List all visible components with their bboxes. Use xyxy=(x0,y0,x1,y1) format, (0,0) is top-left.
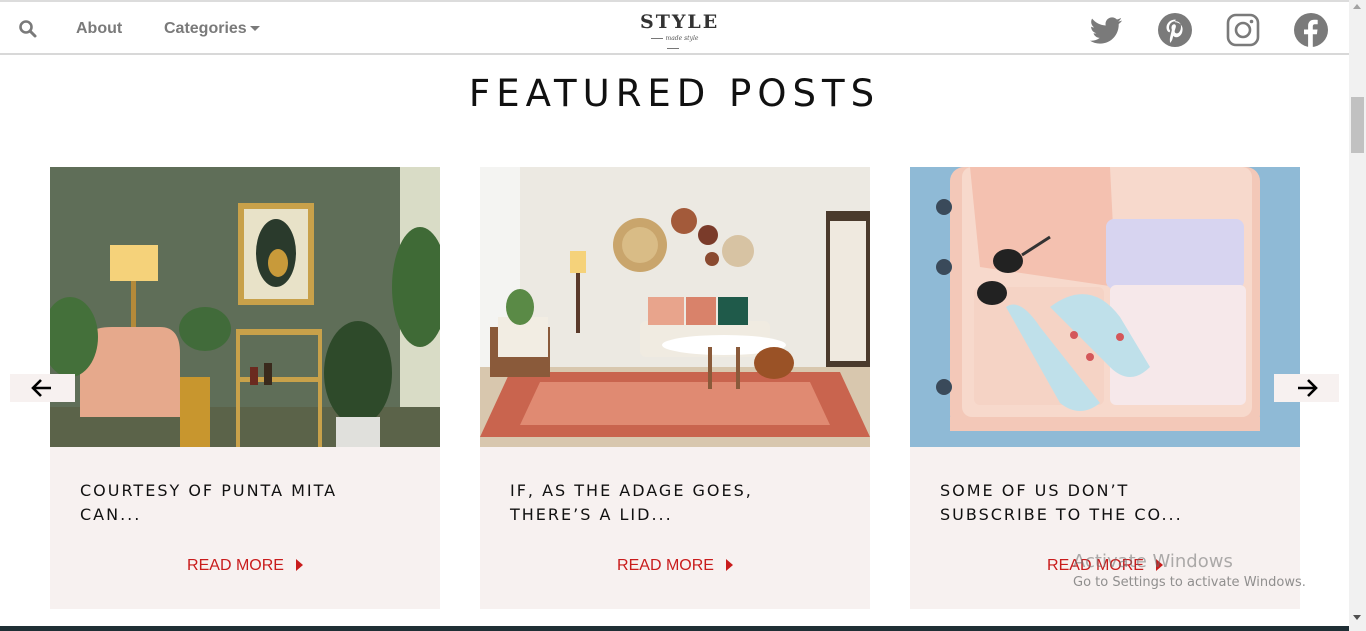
post-card: SOME OF US DON’T SUBSCRIBE TO THE CO... … xyxy=(910,167,1300,609)
logo-wordmark: STYLE xyxy=(640,11,720,33)
post-image[interactable] xyxy=(50,167,440,447)
read-more-link[interactable]: READ MORE xyxy=(50,557,440,575)
scroll-down-arrow-icon[interactable] xyxy=(1353,615,1361,620)
facebook-icon[interactable] xyxy=(1293,12,1329,48)
post-title[interactable]: IF, AS THE ADAGE GOES, THERE’S A LID... xyxy=(510,479,810,527)
watermark-title: Activate Windows xyxy=(1073,551,1233,572)
logo-tagline: made style xyxy=(640,34,706,54)
post-title[interactable]: COURTESY OF PUNTA MITA CAN... xyxy=(80,479,380,527)
caret-right-icon xyxy=(295,559,303,571)
instagram-icon[interactable] xyxy=(1225,12,1261,48)
search-icon[interactable] xyxy=(18,19,38,39)
caret-right-icon xyxy=(725,559,733,571)
read-more-label: READ MORE xyxy=(187,557,284,574)
chevron-down-icon xyxy=(249,26,260,32)
section-title: FEATURED POSTS xyxy=(468,72,881,115)
activate-windows-watermark: Activate Windows Go to Settings to activ… xyxy=(1073,551,1306,593)
vertical-scrollbar[interactable] xyxy=(1349,0,1366,631)
twitter-icon[interactable] xyxy=(1088,12,1124,48)
post-title[interactable]: SOME OF US DON’T SUBSCRIBE TO THE CO... xyxy=(940,479,1240,527)
watermark-subtitle: Go to Settings to activate Windows. xyxy=(1073,575,1306,590)
scroll-up-arrow-icon[interactable] xyxy=(1353,4,1361,9)
post-card: COURTESY OF PUNTA MITA CAN... READ MORE xyxy=(50,167,440,609)
post-image[interactable] xyxy=(480,167,870,447)
site-header: About Categories STYLE made style xyxy=(0,0,1349,55)
nav-about-link[interactable]: About xyxy=(76,20,122,38)
arrow-right-icon xyxy=(1298,379,1318,397)
post-card: IF, AS THE ADAGE GOES, THERE’S A LID... … xyxy=(480,167,870,609)
site-logo[interactable]: STYLE made style xyxy=(640,10,720,50)
post-image[interactable] xyxy=(910,167,1300,447)
carousel-prev-button[interactable] xyxy=(10,374,75,402)
scrollbar-thumb[interactable] xyxy=(1351,97,1364,153)
read-more-link[interactable]: READ MORE xyxy=(480,557,870,575)
arrow-left-icon xyxy=(31,379,51,397)
nav-categories-label: Categories xyxy=(164,20,247,37)
nav-categories-dropdown[interactable]: Categories xyxy=(164,20,260,38)
footer-edge xyxy=(0,626,1349,631)
read-more-label: READ MORE xyxy=(617,557,714,574)
pinterest-icon[interactable] xyxy=(1157,12,1193,48)
carousel-next-button[interactable] xyxy=(1274,374,1339,402)
